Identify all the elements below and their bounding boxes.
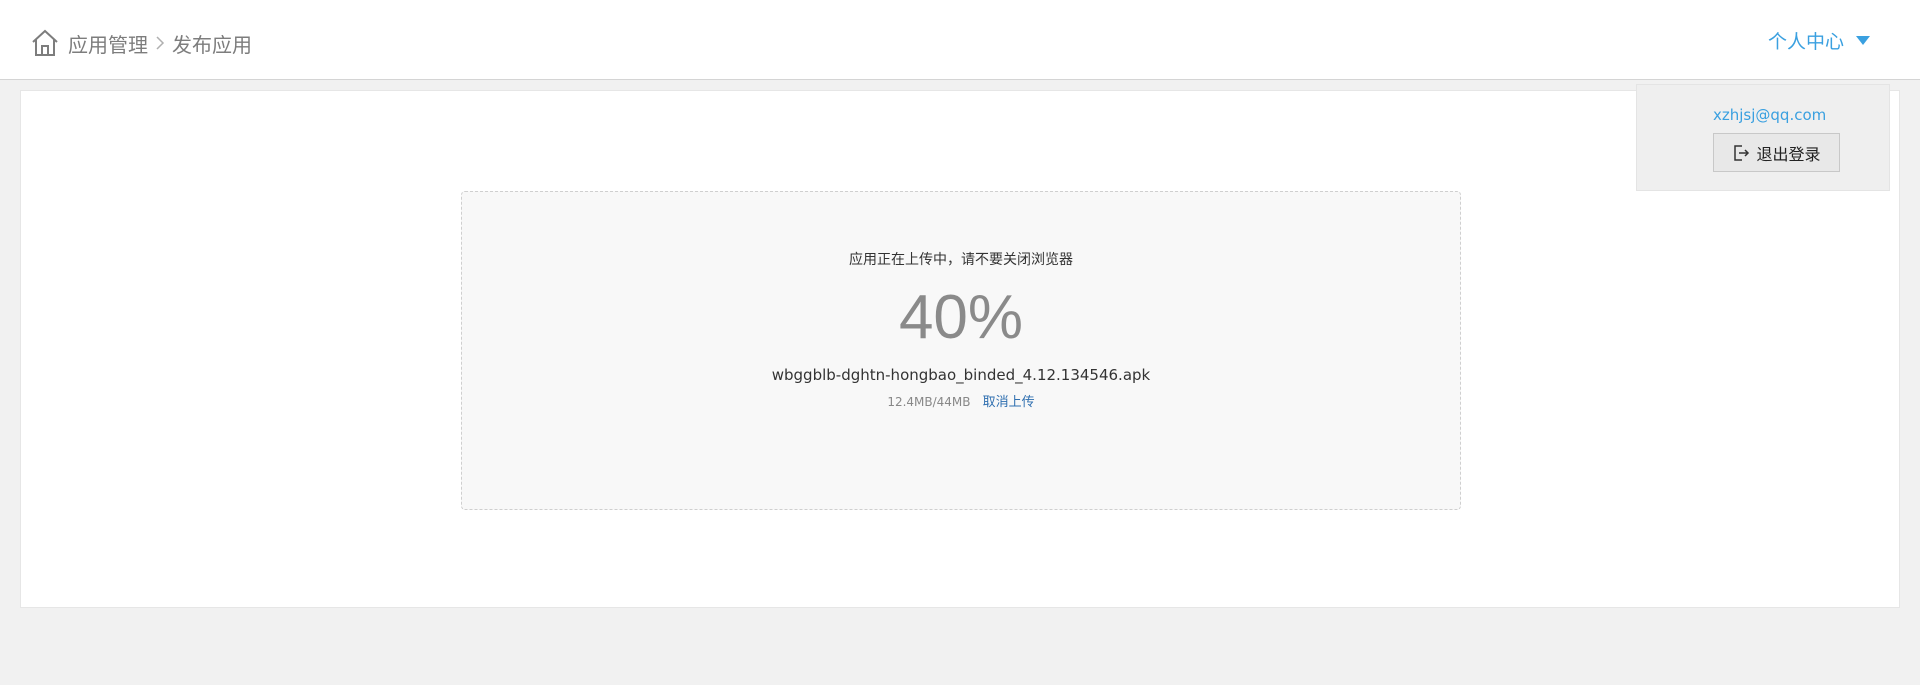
- user-center-menu[interactable]: 个人中心: [1768, 27, 1870, 54]
- logout-button[interactable]: 退出登录: [1713, 133, 1840, 172]
- upload-meta: 12.4MB/44MB 取消上传: [462, 391, 1460, 410]
- breadcrumb: 应用管理 发布应用: [30, 27, 252, 59]
- top-bar: 应用管理 发布应用 个人中心: [0, 0, 1920, 80]
- user-center-label[interactable]: 个人中心: [1768, 27, 1844, 54]
- upload-filename: wbggblb-dghtn-hongbao_binded_4.12.134546…: [771, 366, 1151, 384]
- home-icon[interactable]: [30, 28, 60, 58]
- breadcrumb-item-publish-app: 发布应用: [172, 32, 252, 57]
- upload-progress-box: 应用正在上传中，请不要关闭浏览器 40% wbggblb-dghtn-hongb…: [461, 191, 1461, 510]
- user-dropdown: xzhjsj@qq.com 退出登录: [1636, 84, 1890, 191]
- logout-label[interactable]: 退出登录: [1756, 141, 1820, 165]
- upload-hint: 应用正在上传中，请不要关闭浏览器: [849, 252, 1073, 268]
- cancel-upload-link[interactable]: 取消上传: [983, 395, 1035, 410]
- main-panel: 应用正在上传中，请不要关闭浏览器 40% wbggblb-dghtn-hongb…: [20, 90, 1900, 608]
- caret-down-icon[interactable]: [1856, 36, 1870, 45]
- upload-percent: 40%: [898, 283, 1024, 352]
- user-email: xzhjsj@qq.com: [1713, 106, 1827, 124]
- logout-icon: [1732, 144, 1750, 162]
- chevron-right-icon: [154, 34, 166, 52]
- breadcrumb-item-app-management[interactable]: 应用管理: [68, 29, 148, 58]
- upload-size: 12.4MB/44MB: [887, 395, 971, 409]
